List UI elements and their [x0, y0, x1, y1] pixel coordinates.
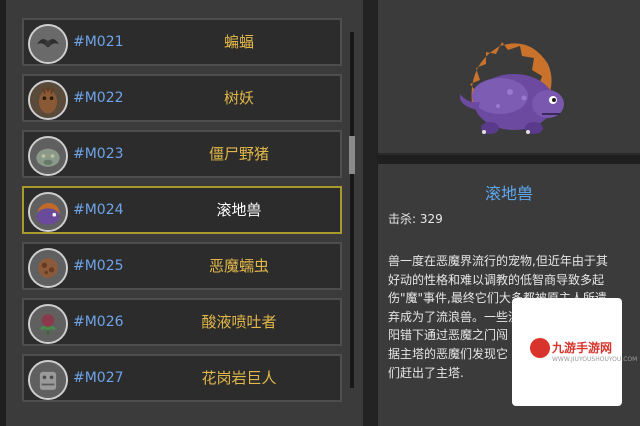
monster-name: 酸液喷吐者 [201, 313, 277, 331]
monster-row-m026[interactable]: #M026 酸液喷吐者 [22, 298, 342, 346]
watermark-text: 九游手游网 [552, 341, 613, 355]
scrollbar-thumb[interactable] [349, 136, 355, 174]
monster-code: #M022 [73, 90, 124, 106]
watermark: 九游手游网 WWW.JIUYOUSHOUYOU.COM [512, 298, 637, 406]
panel-divider [363, 0, 377, 426]
monster-code: #M023 [73, 146, 124, 162]
monster-title: 滚地兽 [484, 184, 533, 203]
monster-row-m022[interactable]: #M022 树妖 [22, 74, 342, 122]
portrait-panel [378, 0, 640, 155]
monster-code: #M027 [73, 370, 124, 386]
monster-name: 滚地兽 [216, 201, 262, 219]
monster-row-m027[interactable]: #M027 花岗岩巨人 [22, 354, 342, 402]
monster-row-m021[interactable]: #M021 蝙蝠 [22, 18, 342, 66]
monster-name: 僵尸野猪 [208, 145, 269, 163]
monster-code: #M025 [73, 258, 124, 274]
monster-name: 树妖 [223, 89, 254, 107]
roller-beast-portrait [459, 42, 564, 134]
monster-code: #M024 [73, 202, 124, 218]
description-line: 兽一度在恶魔界流行的宠物,但近年由于其 [388, 254, 608, 268]
monster-row-m023[interactable]: #M023 僵尸野猪 [22, 130, 342, 178]
monster-code: #M026 [73, 314, 124, 330]
monster-name: 蝙蝠 [223, 33, 254, 51]
watermark-logo-icon [530, 338, 550, 358]
roller-beast-icon [28, 192, 68, 232]
scrollbar-track[interactable] [350, 32, 354, 388]
kill-count-label: 击杀: [388, 212, 417, 226]
monster-row-m024[interactable]: #M024 滚地兽 [22, 186, 342, 234]
treant-icon [28, 80, 68, 120]
watermark-url: WWW.JIUYOUSHOUYOU.COM [552, 356, 638, 363]
monster-list-panel: #M021 蝙蝠 #M022 树妖 #M023 僵尸野猪 #M024 滚地兽 #… [6, 0, 365, 426]
bat-icon [28, 24, 68, 64]
monster-name: 花岗岩巨人 [201, 369, 277, 387]
granite-giant-icon [28, 360, 68, 400]
zombie-boar-icon [28, 136, 68, 176]
monster-code: #M021 [73, 34, 124, 50]
monster-name: 恶魔蠕虫 [208, 257, 269, 275]
demon-worm-icon [28, 248, 68, 288]
monster-row-m025[interactable]: #M025 恶魔蠕虫 [22, 242, 342, 290]
acid-spitter-icon [28, 304, 68, 344]
kill-count: 击杀: 329 [388, 210, 443, 227]
kill-count-value: 329 [419, 212, 443, 226]
description-line: 好动的性格和难以调教的低智商导致多起 [388, 272, 605, 287]
